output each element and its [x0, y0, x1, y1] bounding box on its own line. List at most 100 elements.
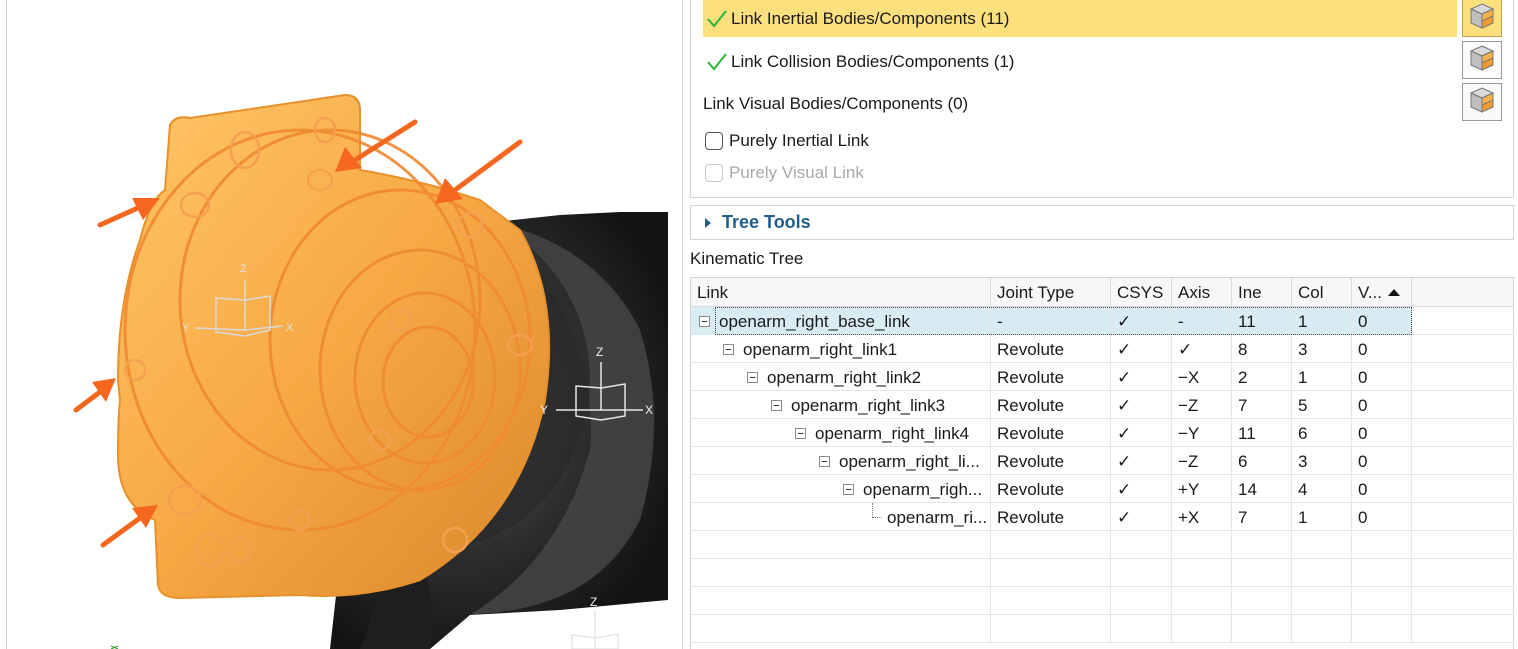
csys-cell — [1111, 559, 1172, 587]
v-cell: 0 — [1352, 391, 1412, 419]
col-cell: 1 — [1292, 503, 1352, 531]
column-header-ine[interactable]: Ine — [1232, 278, 1292, 307]
v-cell — [1352, 531, 1412, 559]
v-cell — [1352, 587, 1412, 615]
model-render[interactable]: Z Y X Z Y X Z — [0, 0, 668, 649]
collapse-toggle-icon[interactable] — [747, 372, 758, 383]
axis-label-x: X — [286, 322, 294, 334]
csys-cell: ✓ — [1111, 503, 1172, 531]
visual-bodies-row[interactable]: Link Visual Bodies/Components (0) — [703, 85, 1457, 122]
table-row[interactable]: openarm_right_base_link - ✓ -11 1 0 — [691, 307, 1513, 335]
table-row[interactable]: openarm_right_link4 Revolute ✓ −Y 11 6 0 — [691, 419, 1513, 447]
purely-visual-label: Purely Visual Link — [729, 163, 864, 182]
axis-cell — [1172, 587, 1232, 615]
ine-cell — [1232, 587, 1292, 615]
column-header-joint-type[interactable]: Joint Type — [991, 278, 1111, 307]
table-row[interactable]: openarm_right_li... Revolute ✓ −Z 6 3 0 — [691, 447, 1513, 475]
col-cell: 3 — [1292, 335, 1352, 363]
panel-splitter[interactable] — [668, 0, 690, 649]
link-name: openarm_right_link3 — [791, 396, 946, 415]
ine-cell: 7 — [1232, 503, 1292, 531]
axis-cell: ✓ — [1172, 335, 1232, 363]
expand-triangle-icon[interactable] — [705, 217, 711, 228]
ine-cell: 11 — [1232, 419, 1292, 447]
3d-viewport[interactable]: Z Y X Z Y X Z — [0, 0, 668, 649]
column-header-v[interactable]: V... — [1352, 278, 1412, 307]
purely-visual-option: Purely Visual Link — [705, 161, 864, 185]
table-row[interactable]: openarm_right_link3 Revolute ✓ −Z 7 5 0 — [691, 391, 1513, 419]
joint-type-cell: Revolute — [991, 475, 1111, 503]
ine-cell: 8 — [1232, 335, 1292, 363]
kinematic-tree-table[interactable]: Link Joint Type CSYS Axis Ine Col V... o… — [690, 277, 1514, 649]
collapse-toggle-icon[interactable] — [795, 428, 806, 439]
purely-visual-checkbox — [705, 164, 723, 182]
col-cell: 3 — [1292, 447, 1352, 475]
axis-label-z: Z — [590, 595, 597, 609]
v-cell — [1352, 615, 1412, 643]
green-check-icon — [705, 51, 729, 73]
purely-inertial-label: Purely Inertial Link — [729, 131, 869, 150]
joint-type-cell — [991, 587, 1111, 615]
select-visual-bodies-button[interactable] — [1462, 83, 1502, 121]
column-header-csys[interactable]: CSYS — [1111, 278, 1172, 307]
inertial-bodies-label: Link Inertial Bodies/Components (11) — [731, 8, 1010, 28]
column-header-axis[interactable]: Axis — [1172, 278, 1232, 307]
axis-cell: +X — [1172, 503, 1232, 531]
csys-cell: ✓ — [1111, 335, 1172, 363]
ine-cell — [1232, 615, 1292, 643]
collision-bodies-row[interactable]: Link Collision Bodies/Components (1) — [703, 43, 1457, 80]
link-name: openarm_right_li... — [839, 452, 980, 471]
joint-type-cell: - — [991, 307, 1111, 335]
axis-cell: −Y — [1172, 419, 1232, 447]
table-row[interactable]: openarm_right_link2 Revolute ✓ −X 2 1 0 — [691, 363, 1513, 391]
select-inertial-bodies-button[interactable] — [1462, 0, 1502, 37]
collapse-toggle-icon[interactable] — [843, 484, 854, 495]
csys-cell: ✓ — [1111, 307, 1172, 335]
collapse-toggle-icon[interactable] — [819, 456, 830, 467]
visual-bodies-label: Link Visual Bodies/Components (0) — [703, 93, 969, 113]
ine-cell: 14 — [1232, 475, 1292, 503]
empty-table-row — [691, 615, 1513, 643]
table-row[interactable]: openarm_righ... Revolute ✓ +Y 14 4 0 — [691, 475, 1513, 503]
axis-cell: +Y — [1172, 475, 1232, 503]
table-row[interactable]: openarm_right_link1 Revolute ✓ ✓ 8 3 0 — [691, 335, 1513, 363]
csys-cell — [1111, 587, 1172, 615]
col-cell: 4 — [1292, 475, 1352, 503]
link-name: openarm_right_link1 — [743, 340, 898, 359]
ine-cell: 6 — [1232, 447, 1292, 475]
csys-cell: ✓ — [1111, 447, 1172, 475]
table-row[interactable]: openarm_ri... Revolute ✓ +X 7 1 0 — [691, 503, 1513, 531]
axis-cell — [1172, 531, 1232, 559]
collapse-toggle-icon[interactable] — [771, 400, 782, 411]
joint-type-cell — [991, 531, 1111, 559]
tree-tools-section-header[interactable]: Tree Tools — [690, 205, 1514, 240]
axis-cell: −Z — [1172, 391, 1232, 419]
table-header: Link Joint Type CSYS Axis Ine Col V... — [691, 278, 1513, 307]
csys-cell: ✓ — [1111, 391, 1172, 419]
cube-selection-icon — [1469, 2, 1495, 35]
col-cell — [1292, 587, 1352, 615]
csys-cell: ✓ — [1111, 363, 1172, 391]
inertial-bodies-row[interactable]: Link Inertial Bodies/Components (11) — [703, 0, 1457, 37]
select-collision-bodies-button[interactable] — [1462, 41, 1502, 79]
link-name: openarm_righ... — [863, 480, 983, 499]
link-cell — [691, 615, 991, 643]
column-header-link[interactable]: Link — [691, 278, 991, 307]
arrow-icon — [73, 378, 116, 413]
link-properties-panel: Link Inertial Bodies/Components (11) Lin… — [690, 0, 1518, 649]
cube-selection-icon — [1469, 44, 1495, 77]
column-header-col[interactable]: Col — [1292, 278, 1352, 307]
purely-inertial-option[interactable]: Purely Inertial Link — [705, 129, 869, 153]
joint-type-cell: Revolute — [991, 391, 1111, 419]
axis-label-y: Y — [182, 322, 190, 334]
link-cell — [691, 531, 991, 559]
joint-type-cell: Revolute — [991, 335, 1111, 363]
link-cell: openarm_right_link4 — [691, 419, 991, 447]
purely-inertial-checkbox[interactable] — [705, 132, 723, 150]
csys-cell: ✓ — [1111, 419, 1172, 447]
tree-connector — [872, 503, 873, 517]
col-cell: 1 — [1292, 307, 1352, 335]
tree-tools-label: Tree Tools — [722, 212, 811, 232]
collapse-toggle-icon[interactable] — [699, 316, 710, 327]
collapse-toggle-icon[interactable] — [723, 344, 734, 355]
